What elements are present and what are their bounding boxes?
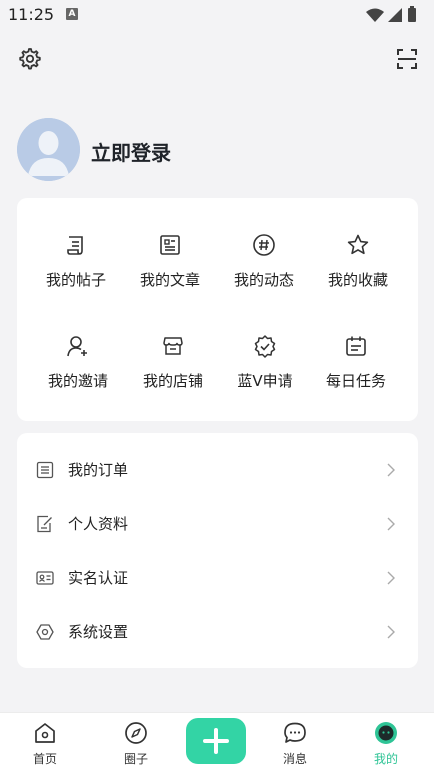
gear-icon [19, 48, 41, 70]
status-time: 11:25 [8, 5, 55, 24]
tab-home[interactable]: 首页 [15, 721, 75, 769]
home-icon [35, 723, 55, 743]
article-icon [160, 235, 180, 255]
scan-button[interactable] [394, 46, 420, 72]
tab-label: 圈子 [123, 752, 148, 766]
default-avatar-icon [17, 118, 80, 181]
wifi-icon [366, 8, 384, 22]
grid-item-label: 我的动态 [233, 271, 294, 289]
scan-icon [397, 49, 417, 69]
tab-label: 消息 [282, 752, 307, 766]
profile-face-icon [375, 722, 397, 744]
menu-row-label: 系统设置 [68, 623, 129, 641]
chevron-right-icon [387, 571, 395, 585]
chevron-right-icon [387, 517, 395, 531]
menu-row-real-name-auth[interactable]: 实名认证 [17, 551, 418, 605]
grid-item-label: 我的收藏 [327, 271, 388, 289]
feature-grid-card: 我的帖子 我的文章 我的动态 我的收藏 我的邀请 我的店铺 蓝V申请 每日任务 [17, 198, 418, 421]
grid-item-my-favorites[interactable]: 我的收藏 [313, 233, 403, 323]
grid-item-label: 蓝V申请 [237, 372, 293, 390]
grid-item-my-articles[interactable]: 我的文章 [125, 233, 215, 323]
hexagon-settings-icon [36, 624, 54, 640]
menu-row-label: 我的订单 [68, 461, 129, 479]
grid-item-my-invites[interactable]: 我的邀请 [33, 334, 123, 424]
status-bar: 11:25 A [0, 0, 434, 30]
plus-icon [203, 728, 229, 754]
settings-button[interactable] [16, 46, 42, 72]
grid-item-blue-v-apply[interactable]: 蓝V申请 [220, 334, 310, 424]
add-post-button[interactable] [186, 718, 246, 764]
grid-item-label: 我的店铺 [142, 372, 203, 390]
tab-circle[interactable]: 圈子 [106, 721, 166, 769]
tab-label: 首页 [32, 752, 57, 766]
hashtag-icon [253, 234, 275, 256]
star-icon [347, 234, 369, 255]
grid-item-label: 我的邀请 [47, 372, 108, 390]
grid-item-label: 我的帖子 [45, 271, 106, 289]
order-list-icon [36, 461, 54, 479]
chat-icon [284, 722, 306, 743]
menu-row-my-orders[interactable]: 我的订单 [17, 443, 418, 497]
store-icon [163, 337, 183, 355]
scroll-icon [67, 236, 83, 255]
compass-icon [125, 722, 147, 744]
tab-label: 我的 [373, 752, 398, 766]
login-link[interactable]: 立即登录 [91, 137, 171, 166]
user-plus-icon [67, 336, 87, 357]
grid-item-my-store[interactable]: 我的店铺 [128, 334, 218, 424]
grid-item-daily-tasks[interactable]: 每日任务 [311, 334, 401, 424]
avatar[interactable] [17, 118, 80, 181]
edit-document-icon [37, 515, 52, 533]
status-icons [364, 6, 424, 28]
id-card-icon [36, 571, 54, 585]
chevron-right-icon [387, 625, 395, 639]
notification-badge: A [66, 8, 78, 20]
tab-mine[interactable]: 我的 [356, 721, 416, 769]
battery-icon [408, 6, 416, 22]
grid-item-label: 我的文章 [139, 271, 200, 289]
menu-row-profile-info[interactable]: 个人资料 [17, 497, 418, 551]
signal-icon [388, 8, 402, 22]
menu-list-card: 我的订单 个人资料 实名认证 系统设置 [17, 433, 418, 668]
menu-row-label: 个人资料 [68, 515, 129, 533]
verified-badge-icon [254, 335, 276, 358]
grid-item-my-posts[interactable]: 我的帖子 [31, 233, 121, 323]
calendar-icon [346, 336, 366, 356]
grid-item-my-moments[interactable]: 我的动态 [219, 233, 309, 323]
grid-item-label: 每日任务 [325, 372, 386, 390]
chevron-right-icon [387, 463, 395, 477]
menu-row-label: 实名认证 [68, 569, 129, 587]
tab-messages[interactable]: 消息 [265, 721, 325, 769]
menu-row-system-settings[interactable]: 系统设置 [17, 605, 418, 659]
